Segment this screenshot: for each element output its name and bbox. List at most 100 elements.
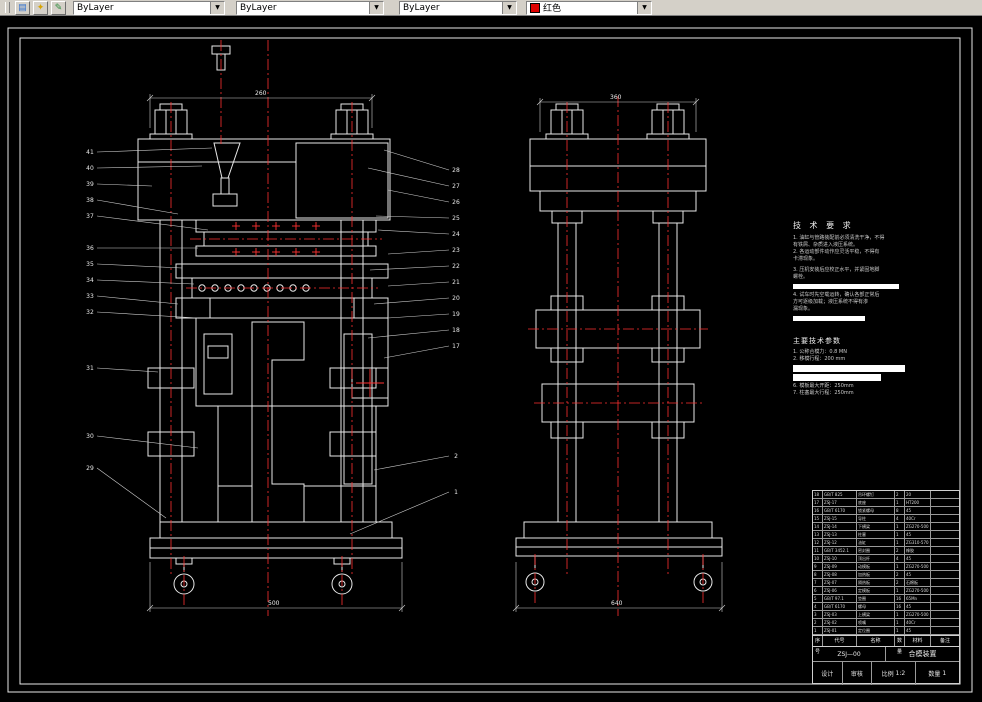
note-line: 方可逐级加载；液压系统不得有渗	[793, 299, 869, 305]
table-row: 7 ZSJ-07 隔热板 2 石棉板	[813, 579, 959, 587]
layers-dialog-icon[interactable]: ▤	[15, 0, 30, 15]
chevron-down-icon[interactable]: ▼	[502, 1, 516, 14]
bom-header-note: 备注	[939, 638, 950, 644]
bom-cell-code: ZSJ-12	[823, 539, 857, 547]
bom-cell-code: ZSJ-13	[823, 531, 857, 539]
bom-cell-mat: HT200	[905, 499, 931, 507]
bom-table: 18 GB/T 825 吊环螺钉 2 20 17 ZSJ-17 底座 1 HT2…	[812, 490, 960, 685]
table-row: 14 ZSJ-14 下横梁 1 ZG270-500	[813, 523, 959, 531]
layer-combo-value: ByLayer	[77, 2, 114, 13]
bom-cell-name: 顶出杆	[857, 555, 895, 563]
bom-cell-no: 6	[813, 587, 823, 595]
linetype-combo[interactable]: ByLayer ▼	[236, 0, 384, 15]
callout-number: 1	[454, 489, 458, 496]
drawing-code: ZSJ—00	[813, 647, 886, 661]
bom-cell-no: 12	[813, 539, 823, 547]
layer-states-icon[interactable]: ✦	[33, 0, 48, 15]
bom-cell-qty: 16	[895, 603, 905, 611]
callout-number: 18	[452, 327, 460, 334]
bom-cell-no: 7	[813, 579, 823, 587]
bom-cell-note	[931, 619, 959, 627]
bom-cell-mat: ZG270-500	[905, 587, 931, 595]
dim-text: 640	[611, 600, 623, 607]
bom-cell-no: 14	[813, 523, 823, 531]
lineweight-combo-value: ByLayer	[403, 2, 440, 13]
parameter-lines-bottom: 6. 模板最大开距：250mm 7. 柱塞最大行程：250mm	[793, 383, 919, 397]
bom-cell-qty: 2	[895, 547, 905, 555]
left-view-drawing	[137, 45, 403, 595]
bom-cell-mat: 45	[905, 571, 931, 579]
callout-number: 21	[452, 279, 460, 286]
note-line: 2. 各运动部件动作应灵活平稳，不得有	[793, 249, 880, 255]
table-row: 13 ZSJ-13 柱塞 1 45	[813, 531, 959, 539]
bom-cell-name: 定位圈	[857, 627, 895, 635]
chevron-down-icon[interactable]: ▼	[637, 1, 651, 14]
callout-number: 34	[86, 277, 94, 284]
toolbar-grip[interactable]	[5, 2, 10, 13]
parameter-line: 1. 公称合模力：0.8 MN	[793, 349, 847, 355]
bom-cell-qty: 1	[895, 523, 905, 531]
callout-number: 26	[452, 199, 460, 206]
bom-cell-no: 15	[813, 515, 823, 523]
right-view-drawing	[515, 103, 723, 592]
bom-cell-name: 底座	[857, 499, 895, 507]
bom-cell-note	[931, 491, 959, 499]
bom-cell-code: ZSJ-06	[823, 587, 857, 595]
bom-cell-code: ZSJ-09	[823, 563, 857, 571]
bom-cell-name: 吊环螺钉	[857, 491, 895, 499]
bom-cell-name: 上横梁	[857, 611, 895, 619]
main-parameters: 主要技术参数 1. 公称合模力：0.8 MN 2. 移模行程：200 mm 6. …	[793, 336, 919, 397]
table-row: 10 ZSJ-10 顶出杆 4 45	[813, 555, 959, 563]
dim-text: 260	[255, 90, 267, 97]
toolbar: ▤ ✦ ✎ ByLayer ▼ ByLayer ▼ ByLayer ▼ 红色 ▼	[0, 0, 982, 16]
scale-label: 比例	[881, 671, 894, 678]
bom-cell-name: 密封圈	[857, 547, 895, 555]
technical-requirements: 技 术 要 求 1. 油缸与管路装配前必须清洗干净，不得 有铁屑、杂质进入液压系…	[793, 220, 919, 324]
layer-combo[interactable]: ByLayer ▼	[73, 0, 225, 15]
chevron-down-icon[interactable]: ▼	[369, 1, 383, 14]
bom-cell-mat: 橡胶	[905, 547, 931, 555]
make-object-layer-current-icon[interactable]: ✎	[51, 0, 66, 15]
callout-number: 23	[452, 247, 460, 254]
callout-number: 2	[454, 453, 458, 460]
bom-cell-name: 喷嘴	[857, 619, 895, 627]
bom-cell-name: 锁紧螺母	[857, 507, 895, 515]
bom-rows: 18 GB/T 825 吊环螺钉 2 20 17 ZSJ-17 底座 1 HT2…	[813, 491, 959, 635]
parameter-lines-top: 1. 公称合模力：0.8 MN 2. 移模行程：200 mm	[793, 349, 919, 363]
bom-cell-name: 加热板	[857, 571, 895, 579]
bom-cell-mat: 石棉板	[905, 579, 931, 587]
main-parameters-title: 主要技术参数	[793, 337, 841, 345]
bom-cell-name: 导柱	[857, 515, 895, 523]
bom-cell-no: 11	[813, 547, 823, 555]
callout-number: 36	[86, 245, 94, 252]
lineweight-combo[interactable]: ByLayer ▼	[399, 0, 517, 15]
bom-cell-code: ZSJ-08	[823, 571, 857, 579]
color-combo[interactable]: 红色 ▼	[526, 0, 652, 15]
bom-cell-no: 18	[813, 491, 823, 499]
bom-cell-mat: 45	[905, 531, 931, 539]
bom-cell-note	[931, 555, 959, 563]
technical-requirements-para2: 4. 试车时先空载运转，确认各部正常后 方可逐级加载；液压系统不得有渗 漏现象。	[793, 292, 919, 313]
callout-number: 29	[86, 465, 94, 472]
bom-cell-no: 16	[813, 507, 823, 515]
bom-cell-code: GB/T 97.1	[823, 595, 857, 603]
bom-cell-qty: 4	[895, 515, 905, 523]
table-row: 6 ZSJ-06 定模板 1 ZG270-500	[813, 587, 959, 595]
bom-cell-no: 10	[813, 555, 823, 563]
table-row: 3 ZSJ-03 上横梁 1 ZG270-500	[813, 611, 959, 619]
bom-cell-qty: 1	[895, 611, 905, 619]
parameter-line: 2. 移模行程：200 mm	[793, 356, 846, 362]
dim-text: 500	[268, 600, 280, 607]
bom-cell-mat: ZG270-500	[905, 611, 931, 619]
bom-cell-note	[931, 507, 959, 515]
technical-requirements-title: 技 术 要 求	[793, 221, 854, 230]
callout-number: 19	[452, 311, 460, 318]
bom-cell-code: GB/T 6170	[823, 603, 857, 611]
bom-header-mat: 材料	[905, 636, 931, 646]
chevron-down-icon[interactable]: ▼	[210, 1, 224, 14]
callout-number: 37	[86, 213, 94, 220]
bom-cell-note	[931, 523, 959, 531]
note-line: 有铁屑、杂质进入液压系统。	[793, 242, 859, 248]
bom-cell-name: 动模板	[857, 563, 895, 571]
bom-cell-note	[931, 587, 959, 595]
